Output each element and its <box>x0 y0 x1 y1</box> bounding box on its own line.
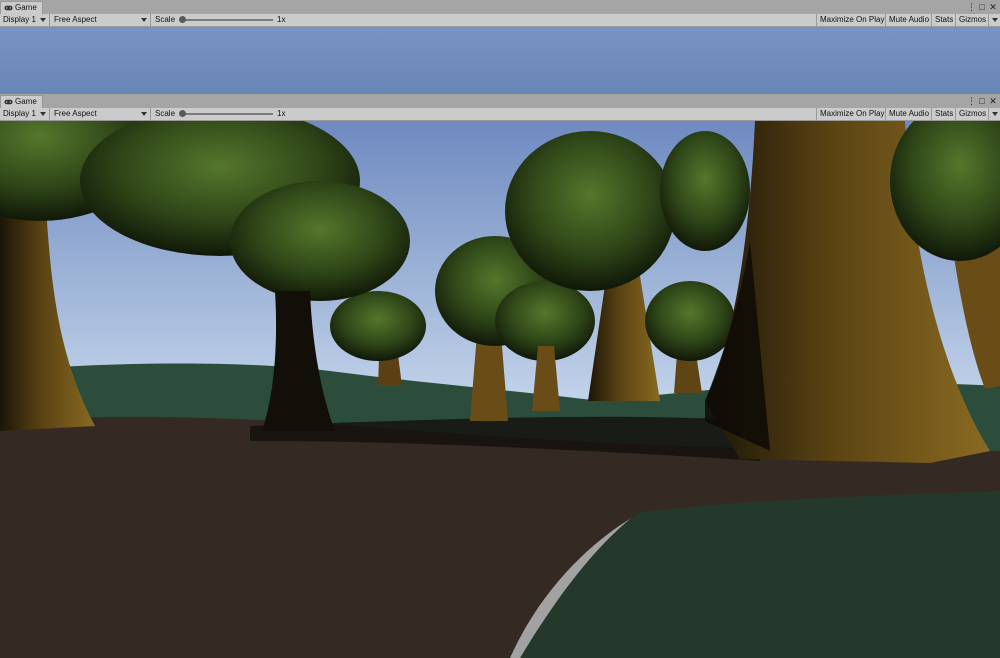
scale-slider-track[interactable] <box>181 113 273 115</box>
scale-value: 1x <box>277 15 286 24</box>
display-label: Display 1 <box>3 109 36 118</box>
maximize-icon[interactable]: □ <box>978 95 986 107</box>
display-dropdown[interactable]: Display 1 <box>0 14 50 26</box>
scale-slider-handle[interactable] <box>179 16 186 23</box>
gizmos-button[interactable]: Gizmos <box>955 108 988 120</box>
gizmos-dropdown[interactable] <box>988 14 1000 26</box>
game-viewport-top[interactable] <box>0 27 1000 94</box>
game-toolbar: Display 1 Free Aspect Scale 1x Maximize … <box>0 108 1000 121</box>
chevron-down-icon <box>141 112 147 116</box>
tab-label: Game <box>15 97 37 106</box>
close-icon[interactable]: ✕ <box>989 1 997 13</box>
aspect-dropdown[interactable]: Free Aspect <box>51 14 151 26</box>
scale-label: Scale <box>155 15 176 24</box>
mute-audio-button[interactable]: Mute Audio <box>885 108 932 120</box>
chevron-down-icon <box>992 112 998 116</box>
game-viewport-scene[interactable] <box>0 121 1000 658</box>
chevron-down-icon <box>992 18 998 22</box>
tab-game[interactable]: Game <box>0 95 43 108</box>
stats-button[interactable]: Stats <box>931 108 956 120</box>
gamepad-icon <box>4 5 13 11</box>
maximize-icon[interactable]: □ <box>978 1 986 13</box>
more-vertical-icon[interactable]: ⋮ <box>967 95 976 107</box>
window-controls: ⋮ □ ✕ <box>967 1 997 13</box>
aspect-label: Free Aspect <box>54 15 97 24</box>
aspect-dropdown[interactable]: Free Aspect <box>51 108 151 120</box>
chevron-down-icon <box>40 112 46 116</box>
maximize-on-play-button[interactable]: Maximize On Play <box>816 108 887 120</box>
gizmos-button[interactable]: Gizmos <box>955 14 988 26</box>
scale-slider-track[interactable] <box>181 19 273 21</box>
tab-game[interactable]: Game <box>0 1 43 14</box>
tab-strip: Game ⋮ □ ✕ <box>0 0 1000 15</box>
display-dropdown[interactable]: Display 1 <box>0 108 50 120</box>
aspect-label: Free Aspect <box>54 109 97 118</box>
display-label: Display 1 <box>3 15 36 24</box>
stats-button[interactable]: Stats <box>931 14 956 26</box>
more-vertical-icon[interactable]: ⋮ <box>967 1 976 13</box>
close-icon[interactable]: ✕ <box>989 95 997 107</box>
chevron-down-icon <box>141 18 147 22</box>
tab-label: Game <box>15 3 37 12</box>
mute-audio-button[interactable]: Mute Audio <box>885 14 932 26</box>
game-panel-bottom: Game ⋮ □ ✕ Display 1 Free Aspect Scale 1… <box>0 94 1000 658</box>
game-toolbar: Display 1 Free Aspect Scale 1x Maximize … <box>0 14 1000 27</box>
gamepad-icon <box>4 99 13 105</box>
scale-label: Scale <box>155 109 176 118</box>
game-panel-top: Game ⋮ □ ✕ Display 1 Free Aspect Scale 1… <box>0 0 1000 94</box>
scale-slider-handle[interactable] <box>179 110 186 117</box>
window-controls: ⋮ □ ✕ <box>967 95 997 107</box>
scale-value: 1x <box>277 109 286 118</box>
tab-strip: Game ⋮ □ ✕ <box>0 94 1000 109</box>
chevron-down-icon <box>40 18 46 22</box>
maximize-on-play-button[interactable]: Maximize On Play <box>816 14 887 26</box>
gizmos-dropdown[interactable] <box>988 108 1000 120</box>
